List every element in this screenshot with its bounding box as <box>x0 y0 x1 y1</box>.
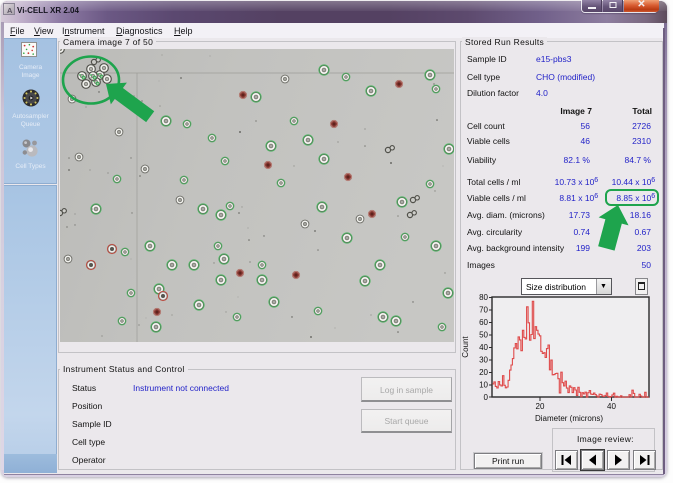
svg-text:Diameter (microns): Diameter (microns) <box>535 414 603 423</box>
svg-text:60: 60 <box>479 318 488 327</box>
svg-text:20: 20 <box>479 368 488 377</box>
svg-text:20: 20 <box>536 402 545 411</box>
svg-text:40: 40 <box>607 402 616 411</box>
svg-text:70: 70 <box>479 306 488 315</box>
svg-text:80: 80 <box>479 293 488 302</box>
svg-text:50: 50 <box>479 331 488 340</box>
svg-text:10: 10 <box>479 381 488 390</box>
svg-text:0: 0 <box>484 393 489 402</box>
svg-text:Count: Count <box>461 336 470 358</box>
svg-text:40: 40 <box>479 343 488 352</box>
svg-text:30: 30 <box>479 356 488 365</box>
